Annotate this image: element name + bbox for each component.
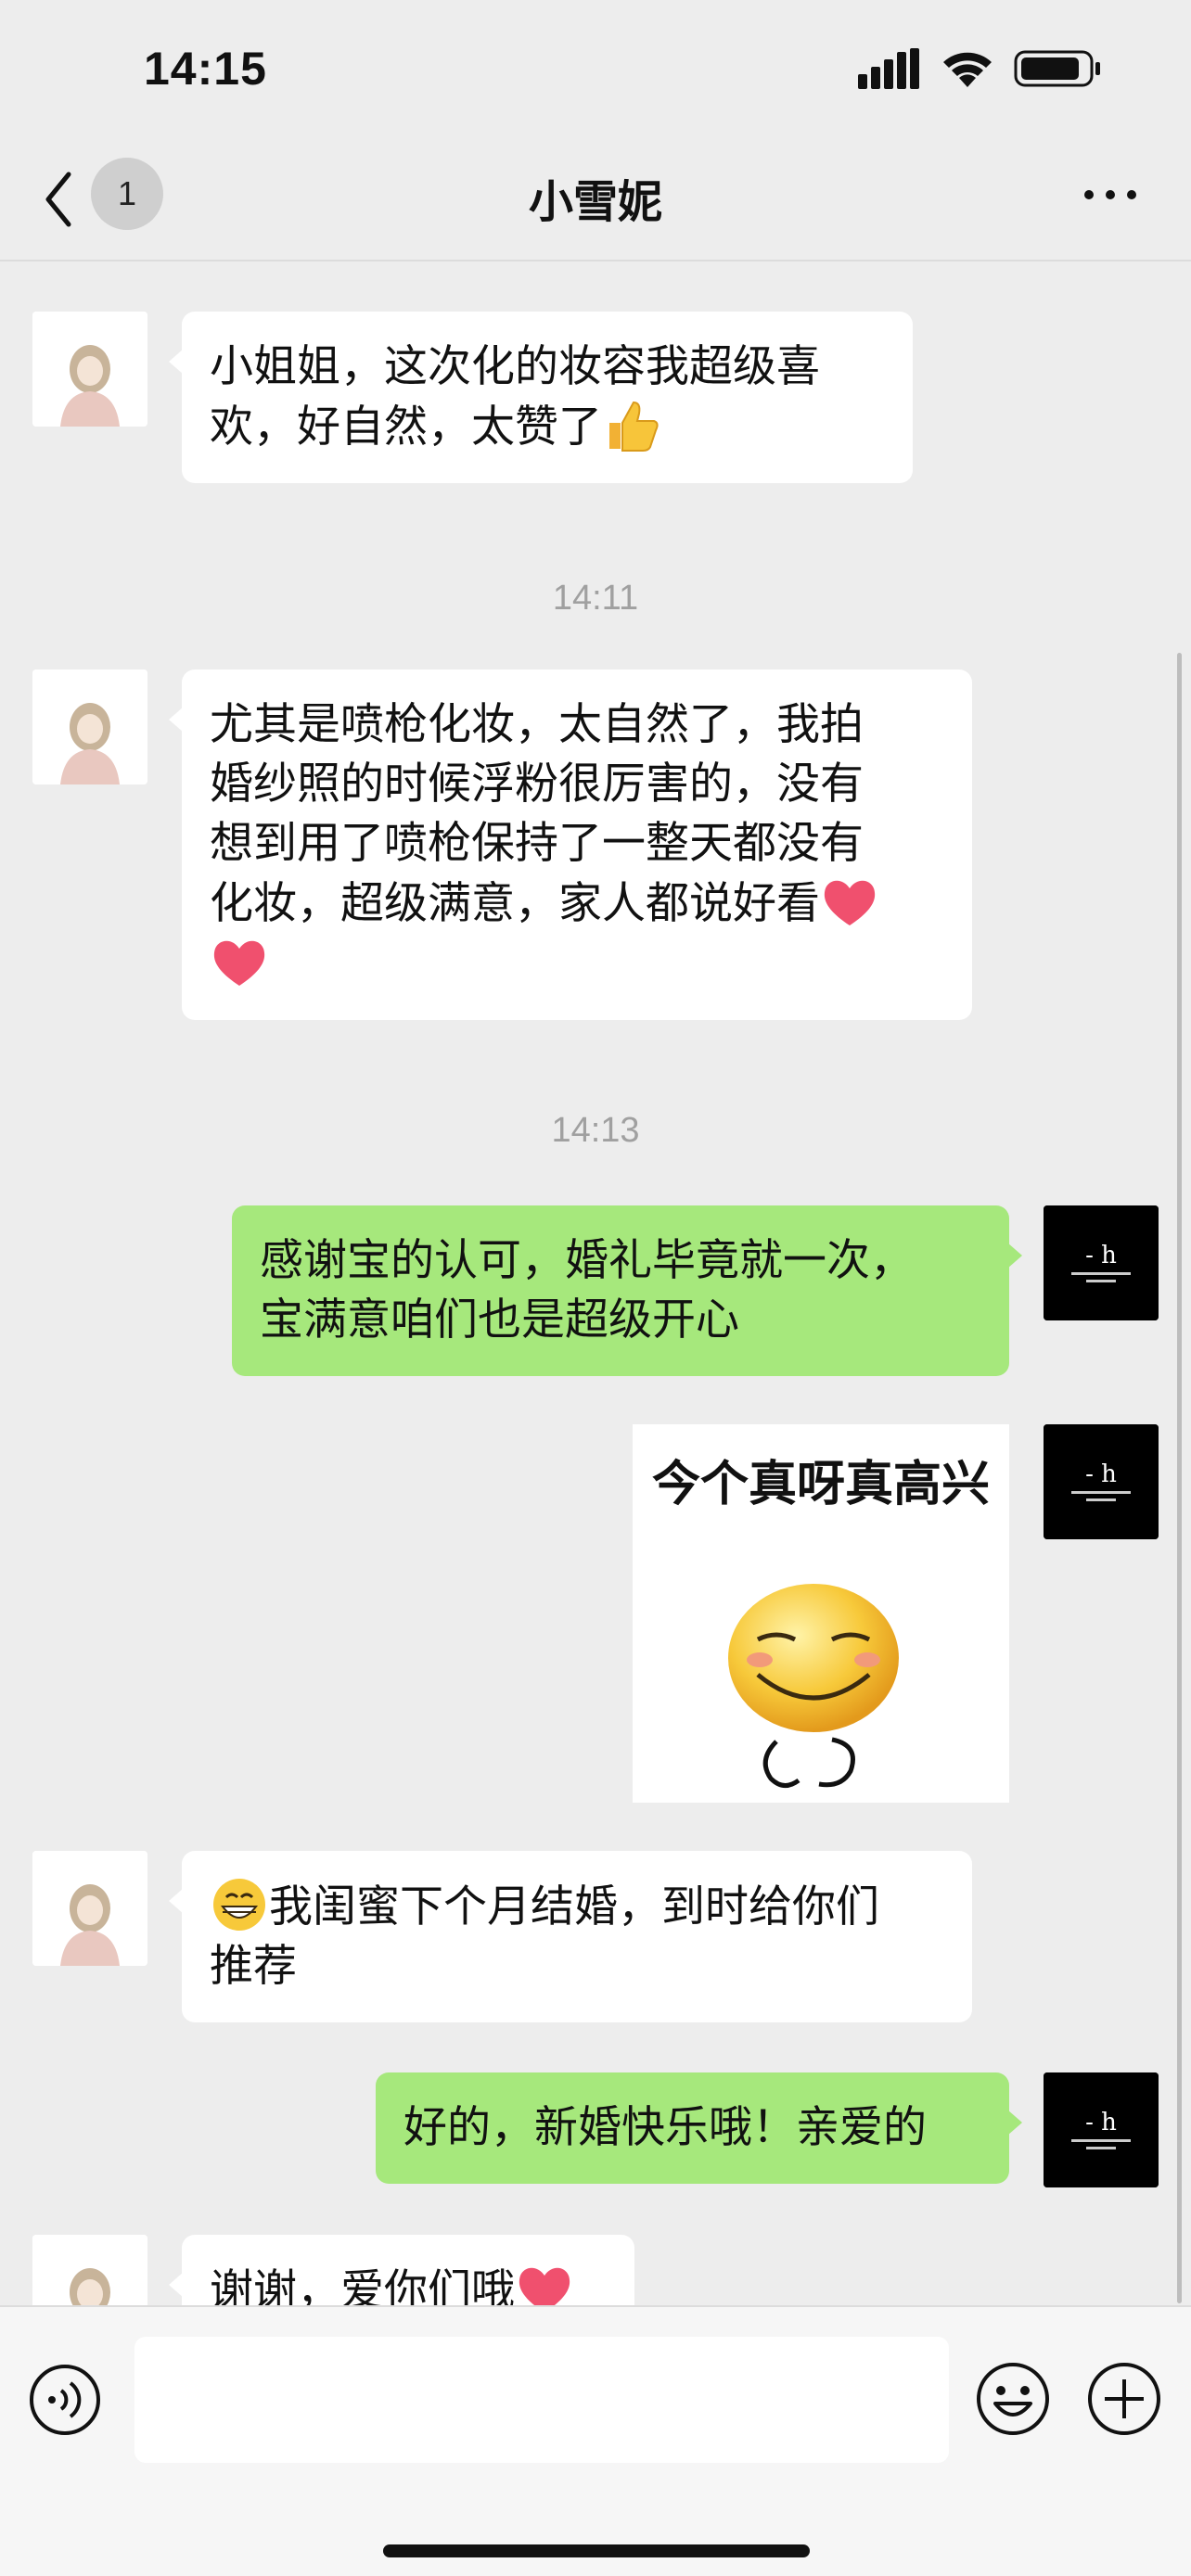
wifi-icon: [943, 52, 992, 87]
heart-icon: [213, 940, 265, 986]
message-line: 宝满意咱们也是超级开心: [260, 1294, 739, 1345]
smiley-sticker-icon: [728, 1584, 899, 1788]
contact-avatar[interactable]: [32, 1851, 147, 1966]
sticker-message[interactable]: 今个真呀真高兴: [633, 1424, 1009, 1803]
battery-icon: [1014, 50, 1100, 87]
input-bar: [0, 2305, 1191, 2576]
scrollbar[interactable]: [1177, 653, 1182, 2303]
message-line: 小姐姐，这次化的妆容我超级喜: [210, 341, 820, 392]
message-bubble-outgoing[interactable]: 感谢宝的认可，婚礼毕竟就一次， 宝满意咱们也是超级开心: [232, 1205, 1022, 1376]
message-line: 感谢宝的认可，婚礼毕竟就一次，: [260, 1235, 914, 1286]
home-indicator[interactable]: [383, 2544, 810, 2557]
message-line: 推荐: [210, 1941, 297, 1992]
message-input[interactable]: [134, 2337, 949, 2463]
timestamp: 14:11: [552, 579, 639, 618]
svg-text:- h: - h: [1085, 1242, 1117, 1269]
message-line: 谢谢，爱你们哦: [210, 2261, 607, 2305]
message-bubble-incoming[interactable]: 小姐姐，这次化的妆容我超级喜 欢，好自然，太赞了: [169, 312, 913, 483]
signal-icon: [858, 48, 919, 89]
chat-header: 1 小雪妮: [0, 139, 1191, 261]
thumbs-up-icon: [609, 401, 659, 452]
message-line: 想到用了喷枪保持了一整天都没有: [210, 818, 864, 869]
message-line: 好的，新婚快乐哦！亲爱的: [403, 2102, 927, 2153]
message-line: [210, 934, 944, 994]
message-bubble-outgoing[interactable]: 好的，新婚快乐哦！亲爱的: [376, 2072, 1022, 2184]
chat-title: 小雪妮: [528, 176, 662, 228]
contact-avatar[interactable]: [32, 2235, 147, 2305]
message-bubble-incoming[interactable]: 我闺蜜下个月结婚，到时给你们 推荐: [169, 1851, 972, 2022]
my-avatar[interactable]: - h: [1044, 2072, 1159, 2187]
message-line: 化妆，超级满意，家人都说好看: [210, 874, 944, 934]
contact-avatar[interactable]: [32, 312, 147, 427]
message-line: 我闺蜜下个月结婚，到时给你们: [210, 1877, 944, 1937]
status-bar: 14:15: [0, 0, 1191, 139]
message-line: 婚纱照的时候浮粉很厉害的，没有: [210, 759, 864, 810]
message-line: 尤其是喷枪化妆，太自然了，我拍: [210, 699, 864, 750]
message-bubble-incoming[interactable]: 尤其是喷枪化妆，太自然了，我拍 婚纱照的时候浮粉很厉害的，没有 想到用了喷枪保持…: [169, 670, 972, 1020]
message-line: 欢，好自然，太赞了: [210, 397, 885, 457]
more-icon[interactable]: [1082, 185, 1139, 204]
emoji-icon[interactable]: [975, 2361, 1051, 2437]
heart-icon: [824, 880, 876, 925]
voice-icon[interactable]: [28, 2363, 102, 2437]
message-list[interactable]: 小姐姐，这次化的妆容我超级喜 欢，好自然，太赞了 14:11 尤其是喷枪化妆，太…: [0, 263, 1191, 2305]
plus-icon[interactable]: [1086, 2361, 1162, 2437]
message-bubble-incoming[interactable]: 谢谢，爱你们哦: [169, 2235, 634, 2305]
status-time: 14:15: [144, 43, 267, 95]
my-avatar[interactable]: - h: [1044, 1205, 1159, 1320]
svg-text:- h: - h: [1085, 2109, 1117, 2136]
timestamp: 14:13: [551, 1111, 640, 1150]
contact-avatar[interactable]: [32, 670, 147, 784]
heart-icon: [519, 2267, 570, 2305]
sticker-caption: 今个真呀真高兴: [651, 1457, 990, 1512]
grin-icon: [213, 1879, 265, 1931]
svg-text:- h: - h: [1085, 1460, 1117, 1488]
my-avatar[interactable]: - h: [1044, 1424, 1159, 1539]
